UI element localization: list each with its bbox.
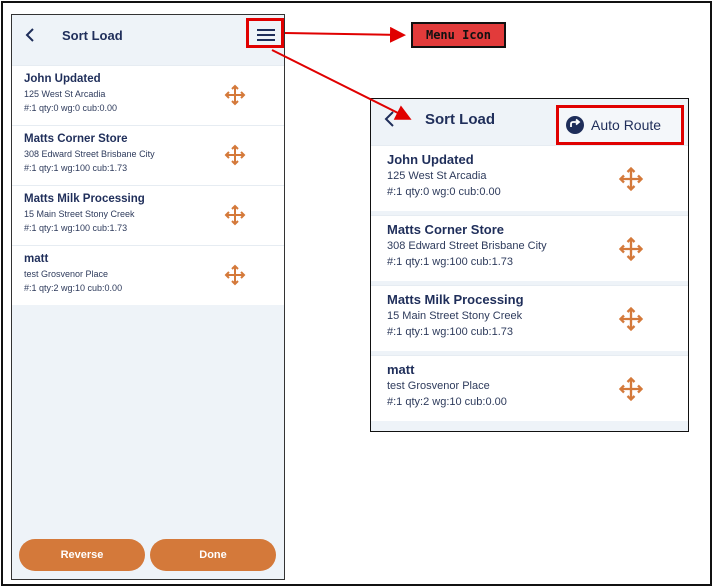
move-arrows-icon bbox=[224, 84, 246, 106]
drag-handle[interactable] bbox=[222, 142, 248, 168]
move-arrows-icon bbox=[618, 166, 644, 192]
right-phone-screen: Sort Load Auto Route John Updated 125 We… bbox=[370, 98, 689, 432]
page-title: Sort Load bbox=[425, 110, 495, 128]
drag-handle[interactable] bbox=[616, 234, 646, 264]
auto-route-label: Auto Route bbox=[591, 117, 662, 133]
list-item[interactable]: Matts Milk Processing 15 Main Street Sto… bbox=[371, 285, 688, 351]
drag-handle[interactable] bbox=[616, 374, 646, 404]
back-button[interactable] bbox=[18, 23, 42, 47]
left-header: Sort Load bbox=[12, 15, 284, 55]
stop-list: John Updated 125 West St Arcadia #:1 qty… bbox=[12, 65, 284, 305]
stop-list: John Updated 125 West St Arcadia #:1 qty… bbox=[371, 145, 688, 425]
chevron-left-icon bbox=[384, 111, 394, 127]
chevron-left-icon bbox=[25, 28, 34, 42]
menu-icon-callout bbox=[246, 18, 284, 48]
reverse-button[interactable]: Reverse bbox=[19, 539, 145, 571]
page-title: Sort Load bbox=[62, 27, 123, 43]
list-item[interactable]: John Updated 125 West St Arcadia #:1 qty… bbox=[12, 65, 284, 125]
left-phone-screen: Sort Load John Updated 125 West St Arcad… bbox=[11, 14, 285, 580]
drag-handle[interactable] bbox=[222, 262, 248, 288]
auto-route-menu-item[interactable]: Auto Route bbox=[556, 105, 684, 145]
move-arrows-icon bbox=[618, 376, 644, 402]
drag-handle[interactable] bbox=[222, 82, 248, 108]
done-button[interactable]: Done bbox=[150, 539, 276, 571]
drag-handle[interactable] bbox=[222, 202, 248, 228]
drag-handle[interactable] bbox=[616, 304, 646, 334]
move-arrows-icon bbox=[618, 236, 644, 262]
list-item[interactable]: John Updated 125 West St Arcadia #:1 qty… bbox=[371, 145, 688, 211]
annotation-label: Menu Icon bbox=[411, 22, 506, 48]
list-item[interactable]: matt test Grosvenor Place #:1 qty:2 wg:1… bbox=[12, 245, 284, 305]
bottom-action-bar: Reverse Done bbox=[12, 539, 284, 573]
move-arrows-icon bbox=[224, 204, 246, 226]
list-item[interactable]: Matts Corner Store 308 Edward Street Bri… bbox=[371, 215, 688, 281]
list-item[interactable]: Matts Milk Processing 15 Main Street Sto… bbox=[12, 185, 284, 245]
list-item[interactable]: Matts Corner Store 308 Edward Street Bri… bbox=[12, 125, 284, 185]
list-item[interactable]: matt test Grosvenor Place #:1 qty:2 wg:1… bbox=[371, 355, 688, 421]
move-arrows-icon bbox=[224, 264, 246, 286]
move-arrows-icon bbox=[224, 144, 246, 166]
back-button[interactable] bbox=[377, 107, 401, 131]
route-circle-icon bbox=[566, 116, 584, 134]
move-arrows-icon bbox=[618, 306, 644, 332]
drag-handle[interactable] bbox=[616, 164, 646, 194]
